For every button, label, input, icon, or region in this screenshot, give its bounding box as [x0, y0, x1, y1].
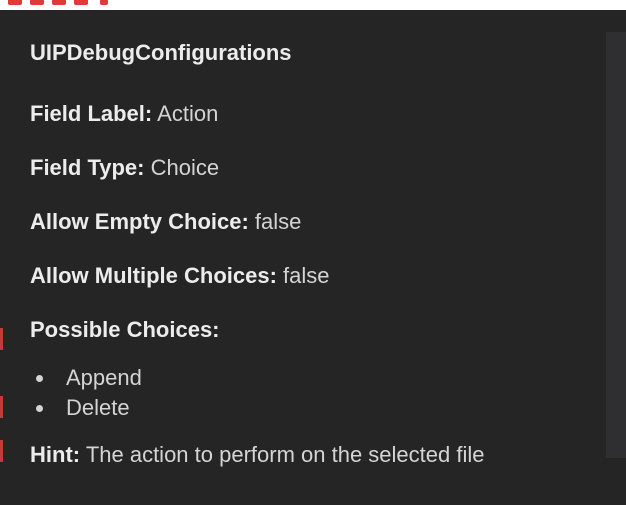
field-value: Choice — [150, 155, 220, 180]
gutter-error-marker — [0, 440, 3, 462]
field-value: false — [254, 209, 302, 234]
possible-choices-heading: Possible Choices: — [30, 317, 220, 342]
field-label-row: Field Label: Action — [30, 100, 626, 127]
bullet-icon — [36, 375, 43, 382]
hint-text: The action to perform on the selected fi… — [85, 442, 485, 467]
gutter-error-marker — [0, 396, 3, 418]
error-squiggle — [8, 0, 22, 5]
tooltip-title: UIPDebugConfigurations — [30, 40, 292, 65]
hover-tooltip: UIPDebugConfigurations Field Label: Acti… — [4, 10, 626, 505]
field-key: Field Label: — [30, 101, 153, 126]
field-key: Allow Multiple Choices: — [30, 263, 277, 288]
allow-multiple-choices-row: Allow Multiple Choices: false — [30, 262, 626, 289]
choices-list: Append Delete — [30, 363, 626, 423]
list-item: Delete — [30, 393, 626, 423]
field-type-row: Field Type: Choice — [30, 154, 626, 181]
field-value: Action — [157, 101, 219, 126]
choice-label: Delete — [66, 395, 130, 420]
allow-empty-choice-row: Allow Empty Choice: false — [30, 208, 626, 235]
error-squiggle — [30, 0, 44, 5]
error-squiggle — [52, 0, 66, 5]
field-key: Allow Empty Choice: — [30, 209, 249, 234]
error-squiggle — [100, 0, 108, 5]
hint-row: Hint: The action to perform on the selec… — [30, 441, 626, 468]
field-key: Field Type: — [30, 155, 145, 180]
editor-top-sliver — [0, 0, 626, 10]
bullet-icon — [36, 405, 43, 412]
error-squiggle — [74, 0, 88, 5]
gutter-error-marker — [0, 328, 3, 350]
field-value: false — [283, 263, 330, 288]
screenshot-root: UIPDebugConfigurations Field Label: Acti… — [0, 0, 626, 505]
hint-key: Hint: — [30, 442, 81, 467]
choice-label: Append — [66, 365, 142, 390]
list-item: Append — [30, 363, 626, 393]
